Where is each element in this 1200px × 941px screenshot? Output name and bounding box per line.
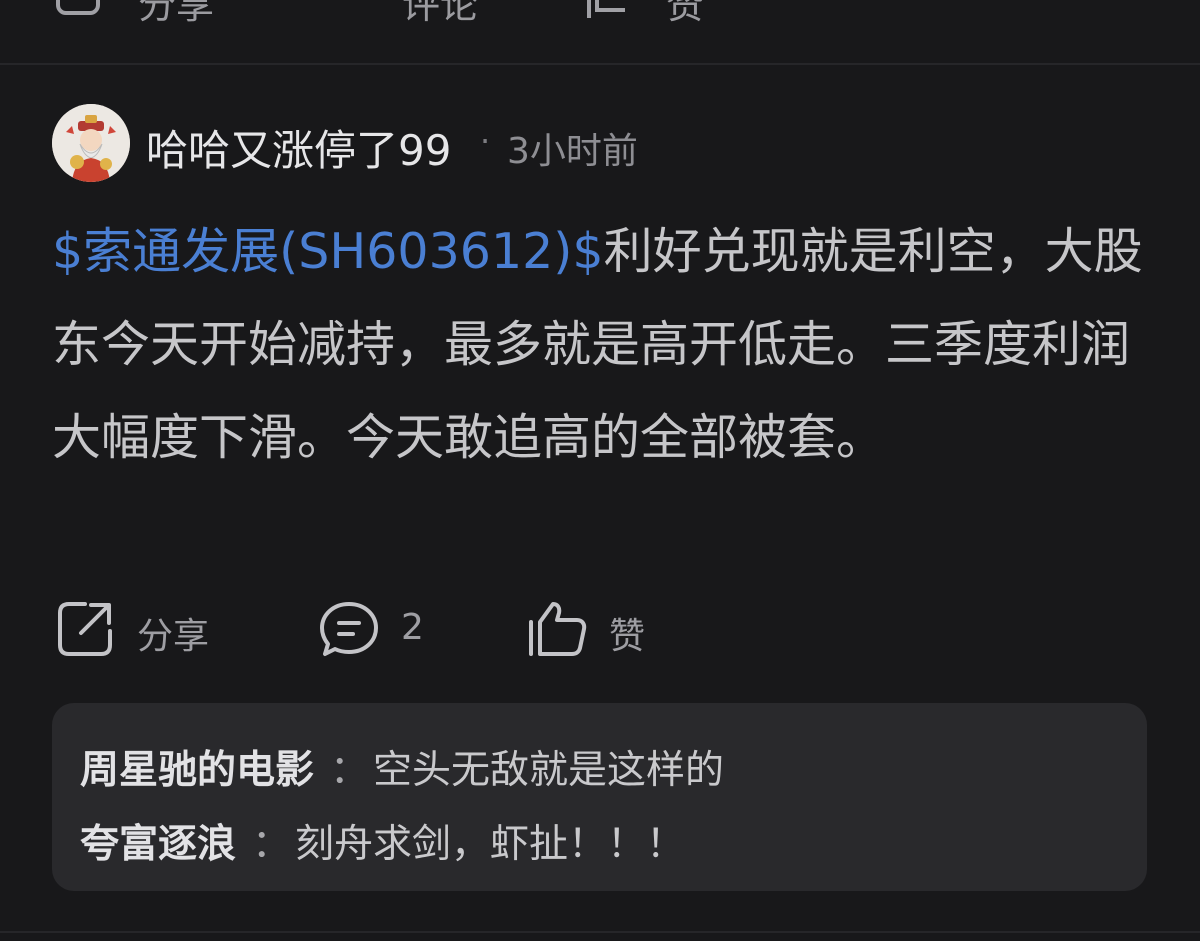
post-time: 3小时前	[507, 131, 638, 172]
thumbs-up-icon[interactable]	[585, 0, 635, 20]
comments-preview[interactable]: 周星驰的电影：空头无敌就是这样的 夸富逐浪：刻舟求剑，虾扯！！！	[52, 703, 1147, 891]
thumbs-up-icon[interactable]	[527, 600, 587, 662]
avatar[interactable]	[52, 104, 130, 182]
divider	[0, 931, 1200, 933]
share-icon[interactable]	[57, 601, 113, 661]
post-body: $索通发展(SH603612)$利好兑现就是利空，大股东今天开始减持，最多就是高…	[52, 205, 1152, 484]
share-label[interactable]: 分享	[138, 0, 214, 29]
comment-icon[interactable]	[319, 601, 379, 661]
comment-label[interactable]: 评论	[402, 0, 478, 29]
separator-dot: ·	[480, 122, 491, 160]
commenter-name[interactable]: 周星驰的电影	[80, 748, 314, 793]
comment-text: 空头无敌就是这样的	[373, 748, 725, 793]
feed-page: 分享 评论 赞 哈哈又涨停了99 · 3小时前 $索通发展(SH603612)$…	[0, 0, 1200, 941]
comment-count[interactable]: 2	[401, 607, 424, 648]
comment-separator: ：	[330, 748, 370, 793]
commenter-name[interactable]: 夸富逐浪	[80, 822, 236, 867]
divider	[0, 63, 1200, 65]
author-name[interactable]: 哈哈又涨停了99	[146, 117, 451, 178]
comment-item[interactable]: 夸富逐浪 ：刻舟求剑，虾扯！！！	[80, 813, 685, 869]
like-label[interactable]: 赞	[666, 0, 704, 29]
like-label[interactable]: 赞	[609, 607, 645, 659]
comment-separator: ：	[252, 822, 292, 867]
share-icon[interactable]	[55, 0, 105, 20]
share-label[interactable]: 分享	[137, 607, 209, 659]
previous-post-actions: 分享 评论 赞	[0, 0, 1200, 27]
stock-tag-link[interactable]: $索通发展(SH603612)$	[52, 223, 604, 280]
comment-icon[interactable]	[322, 0, 372, 20]
comment-text: 刻舟求剑，虾扯！！！	[295, 822, 686, 867]
comment-item[interactable]: 周星驰的电影 ：空头无敌就是这样的	[80, 739, 724, 795]
